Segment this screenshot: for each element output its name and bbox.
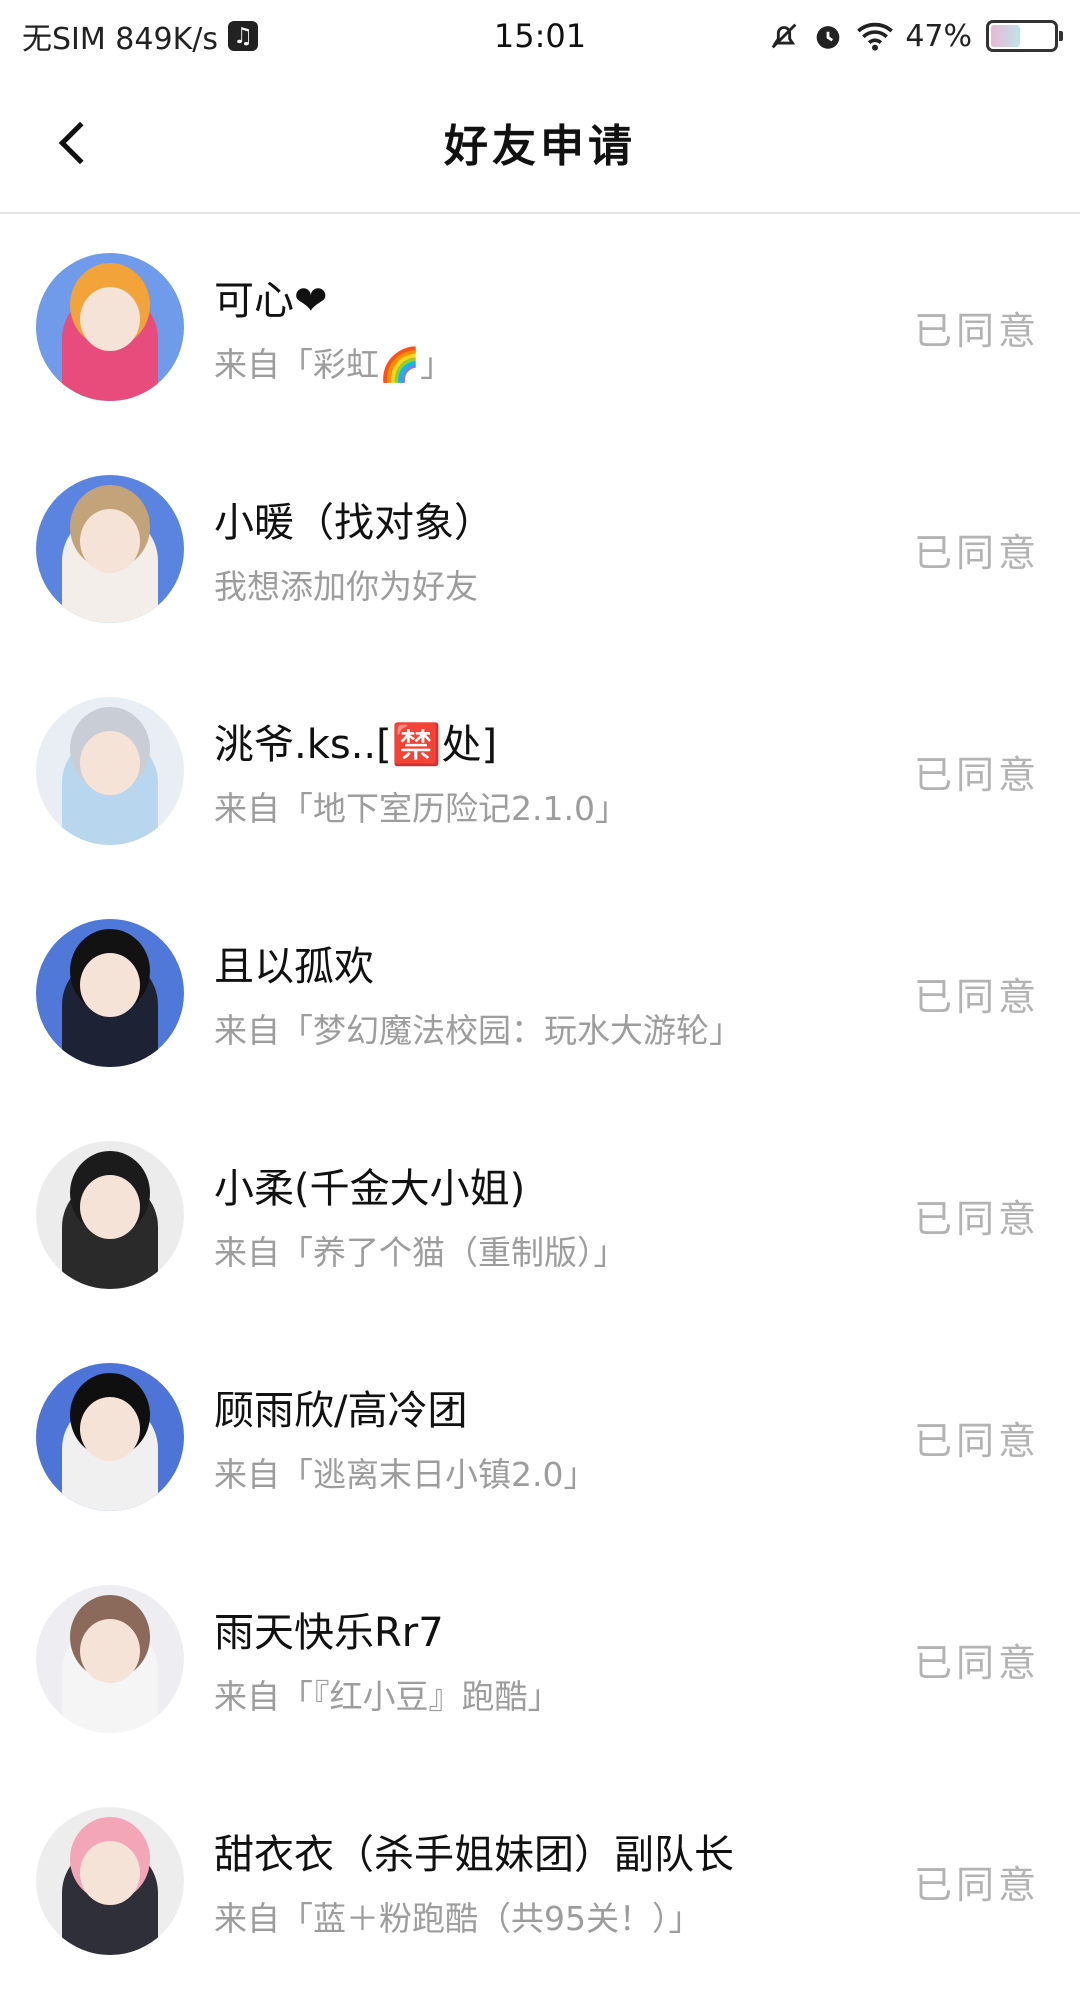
header: 好友申请	[0, 72, 1080, 214]
request-source: 来自「逃离末日小镇2.0」	[214, 1455, 597, 1494]
request-text: 小柔(千金大小姐) 来自「养了个猫（重制版）」	[214, 1156, 914, 1274]
chevron-left-icon	[58, 121, 102, 165]
status-bar: 无SIM 849K/s ♫ 47%	[0, 0, 1080, 72]
nickname: 洮爷.ks..[🈲处]	[214, 722, 498, 768]
avatar-face	[80, 953, 140, 1017]
avatar[interactable]	[36, 253, 184, 401]
request-source: 我想添加你为好友	[214, 567, 478, 606]
avatar-face	[80, 731, 140, 795]
music-icon: ♫	[227, 21, 258, 51]
nickname: 顾雨欣/高冷团	[214, 1388, 468, 1434]
avatar[interactable]	[36, 1141, 184, 1289]
avatar-face	[80, 1397, 140, 1461]
avatar[interactable]	[36, 1807, 184, 1955]
avatar-face	[80, 287, 140, 351]
request-text: 甜衣衣（杀手姐妹团）副队长 来自「蓝＋粉跑酷（共95关！）」	[214, 1822, 914, 1940]
request-text: 小暖（找对象） 我想添加你为好友	[214, 490, 914, 608]
request-source: 来自「彩虹🌈」	[214, 345, 454, 384]
status-right: 47%	[767, 18, 1063, 54]
avatar-face	[80, 509, 140, 573]
avatar[interactable]	[36, 1363, 184, 1511]
agreed-status: 已同意	[913, 308, 1040, 353]
request-row[interactable]: 顾雨欣/高冷团 来自「逃离末日小镇2.0」 已同意	[0, 1326, 1080, 1548]
friend-request-list: 可心❤ 来自「彩虹🌈」 已同意 小暖（找对象） 我想添加你为好友 已同意 洮爷.…	[0, 216, 1080, 1992]
avatar[interactable]	[36, 697, 184, 845]
battery-icon	[986, 20, 1063, 52]
request-text: 雨天快乐Rr7 来自「『红小豆』跑酷」	[214, 1600, 914, 1718]
nickname: 雨天快乐Rr7	[214, 1610, 444, 1656]
request-source: 来自「蓝＋粉跑酷（共95关！）」	[214, 1899, 702, 1938]
request-source: 来自「梦幻魔法校园：玩水大游轮」	[214, 1011, 742, 1050]
avatar-face	[80, 1619, 140, 1683]
agreed-status: 已同意	[913, 752, 1040, 797]
request-text: 且以孤欢 来自「梦幻魔法校园：玩水大游轮」	[214, 934, 914, 1052]
nickname: 可心❤	[214, 278, 328, 324]
nickname: 小柔(千金大小姐)	[214, 1166, 526, 1212]
agreed-status: 已同意	[913, 1640, 1040, 1685]
request-row[interactable]: 雨天快乐Rr7 来自「『红小豆』跑酷」 已同意	[0, 1548, 1080, 1770]
nickname: 且以孤欢	[214, 944, 374, 990]
page-title: 好友申请	[444, 121, 636, 172]
battery-fill	[991, 25, 1021, 47]
alarm-icon	[816, 26, 840, 49]
avatar[interactable]	[36, 919, 184, 1067]
nickname: 甜衣衣（杀手姐妹团）副队长	[214, 1832, 734, 1878]
request-text: 洮爷.ks..[🈲处] 来自「地下室历险记2.1.0」	[214, 712, 914, 830]
request-text: 顾雨欣/高冷团 来自「逃离末日小镇2.0」	[214, 1378, 914, 1496]
request-row[interactable]: 甜衣衣（杀手姐妹团）副队长 来自「蓝＋粉跑酷（共95关！）」 已同意	[0, 1770, 1080, 1992]
back-button[interactable]	[40, 108, 110, 178]
carrier-text: 无SIM 849K/s	[22, 22, 218, 57]
request-source: 来自「地下室历险记2.1.0」	[214, 789, 628, 828]
nickname: 小暖（找对象）	[214, 500, 494, 546]
request-text: 可心❤ 来自「彩虹🌈」	[214, 268, 914, 386]
request-row[interactable]: 小柔(千金大小姐) 来自「养了个猫（重制版）」 已同意	[0, 1104, 1080, 1326]
agreed-status: 已同意	[913, 530, 1040, 575]
battery-percent: 47%	[905, 18, 972, 54]
avatar-face	[80, 1841, 140, 1905]
request-source: 来自「『红小豆』跑酷」	[214, 1677, 561, 1716]
request-row[interactable]: 且以孤欢 来自「梦幻魔法校园：玩水大游轮」 已同意	[0, 882, 1080, 1104]
avatar[interactable]	[36, 475, 184, 623]
avatar-face	[80, 1175, 140, 1239]
request-source: 来自「养了个猫（重制版）」	[214, 1233, 627, 1272]
request-row[interactable]: 可心❤ 来自「彩虹🌈」 已同意	[0, 216, 1080, 438]
agreed-status: 已同意	[913, 1196, 1040, 1241]
bell-off-icon	[771, 23, 797, 49]
agreed-status: 已同意	[913, 974, 1040, 1019]
agreed-status: 已同意	[913, 1418, 1040, 1463]
agreed-status: 已同意	[913, 1862, 1040, 1907]
request-row[interactable]: 洮爷.ks..[🈲处] 来自「地下室历险记2.1.0」 已同意	[0, 660, 1080, 882]
status-left: 无SIM 849K/s ♫	[22, 14, 258, 58]
wifi-icon	[857, 22, 894, 51]
avatar[interactable]	[36, 1585, 184, 1733]
request-row[interactable]: 小暖（找对象） 我想添加你为好友 已同意	[0, 438, 1080, 660]
